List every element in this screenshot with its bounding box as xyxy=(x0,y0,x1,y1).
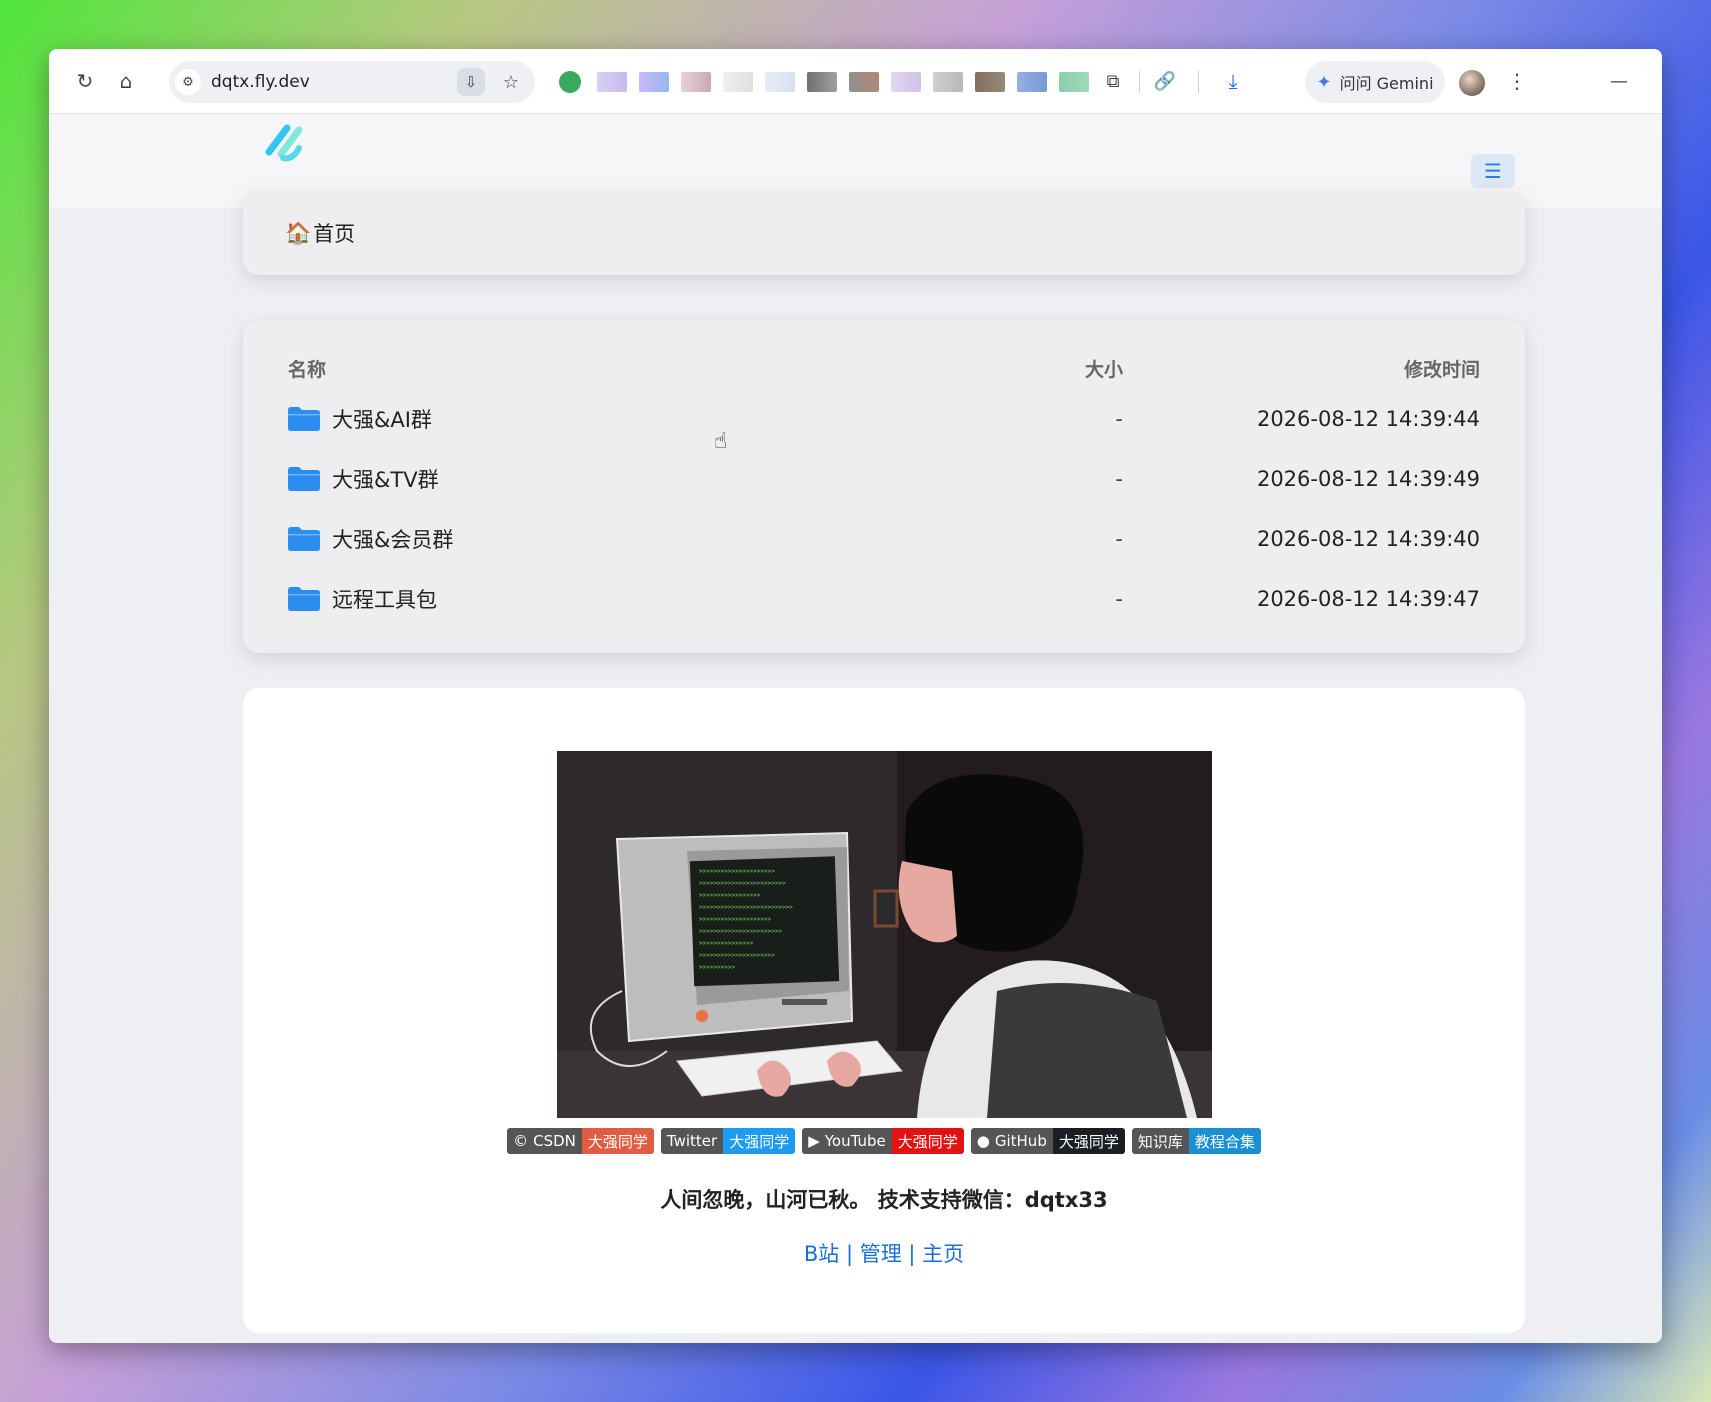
table-row[interactable]: 大强&会员群 - 2026-08-12 14:39:40 xyxy=(288,519,1480,559)
svg-text:>>>>>>>>>>>>>>>>>>>>>: >>>>>>>>>>>>>>>>>>>>> xyxy=(699,868,775,875)
badge-value: 大强同学 xyxy=(1052,1128,1125,1154)
site-logo[interactable] xyxy=(263,124,305,164)
badge-label: GitHub xyxy=(994,1132,1047,1150)
file-modified: 2026-08-12 14:39:44 xyxy=(1256,407,1480,431)
gemini-button[interactable]: ✦ 问问 Gemini xyxy=(1305,61,1445,103)
extension-icon[interactable] xyxy=(807,72,837,92)
link-bilibili[interactable]: B站 xyxy=(804,1242,839,1266)
badge-label: 知识库 xyxy=(1137,1132,1183,1151)
badge-csdn[interactable]: © CSDN 大强同学 xyxy=(507,1128,654,1154)
extension-icon[interactable] xyxy=(559,71,581,93)
github-icon: ● xyxy=(976,1132,990,1150)
browser-menu-icon[interactable]: ⋮ xyxy=(1497,61,1537,101)
badge-label: CSDN xyxy=(533,1132,576,1150)
badge-label: Twitter xyxy=(666,1132,718,1150)
svg-text:>>>>>>>>>>>>>>>>>>>>>: >>>>>>>>>>>>>>>>>>>>> xyxy=(699,952,775,959)
extension-icon[interactable] xyxy=(681,72,711,92)
svg-text:>>>>>>>>>>>>>>>>>>>>>>>>>>: >>>>>>>>>>>>>>>>>>>>>>>>>> xyxy=(699,904,793,911)
link-separator: | xyxy=(908,1242,923,1266)
svg-text:>>>>>>>>>>>>>>>>>>>>: >>>>>>>>>>>>>>>>>>>> xyxy=(699,916,772,923)
csdn-icon: © xyxy=(513,1132,529,1150)
breadcrumb-home[interactable]: 首页 xyxy=(313,218,355,248)
extension-icon[interactable] xyxy=(1059,72,1089,92)
folder-icon xyxy=(288,407,320,431)
file-size: - xyxy=(1115,467,1123,491)
folder-icon xyxy=(288,467,320,491)
extension-icon[interactable] xyxy=(891,72,921,92)
toolbar-divider xyxy=(1139,71,1140,93)
badge-value: 大强同学 xyxy=(581,1128,654,1154)
svg-text:>>>>>>>>>>>>>>>>>>>>>>>>: >>>>>>>>>>>>>>>>>>>>>>>> xyxy=(699,880,786,887)
svg-text:>>>>>>>>>>: >>>>>>>>>> xyxy=(699,964,736,971)
badge-youtube[interactable]: ▶ YouTube 大强同学 xyxy=(802,1128,964,1154)
badge-row: © CSDN 大强同学 Twitter 大强同学 ▶ YouTube 大强同学 ● G… xyxy=(243,1128,1525,1154)
badge-value: 教程合集 xyxy=(1188,1128,1261,1154)
site-info-icon[interactable]: ⚙ xyxy=(175,69,201,95)
footer-links: B站 | 管理 | 主页 xyxy=(243,1238,1525,1268)
folder-icon xyxy=(288,527,320,551)
hand-cursor-icon: ☝ xyxy=(714,429,728,454)
header-name[interactable]: 名称 xyxy=(288,359,326,381)
profile-avatar[interactable] xyxy=(1459,70,1485,96)
extension-icon[interactable] xyxy=(849,72,879,92)
folder-icon xyxy=(288,587,320,611)
link-home[interactable]: 主页 xyxy=(922,1242,964,1266)
table-row[interactable]: 大强&TV群 - 2026-08-12 14:39:49 xyxy=(288,459,1480,499)
file-size: - xyxy=(1115,587,1123,611)
gemini-star-icon: ✦ xyxy=(1316,71,1332,93)
link-admin[interactable]: 管理 xyxy=(860,1242,902,1266)
header-modified[interactable]: 修改时间 xyxy=(1404,355,1480,382)
menu-list-icon[interactable]: ☰ xyxy=(1471,154,1515,188)
extension-icon[interactable] xyxy=(975,72,1005,92)
reload-icon[interactable]: ↻ xyxy=(65,61,105,101)
extensions-puzzle-icon[interactable]: ⧉ xyxy=(1093,61,1133,101)
svg-text:>>>>>>>>>>>>>>>>>>>>>>>: >>>>>>>>>>>>>>>>>>>>>>> xyxy=(699,928,782,935)
extension-icon[interactable] xyxy=(639,72,669,92)
url-text[interactable]: dqtx.fly.dev xyxy=(211,72,457,92)
badge-label: YouTube xyxy=(824,1132,886,1150)
browser-window: ↻ ⌂ ⚙ dqtx.fly.dev ⇩ ☆ ⧉ 🔗 ⤓ ✦ 问问 Gemini… xyxy=(49,49,1662,1343)
file-size: - xyxy=(1115,407,1123,431)
extension-icon[interactable] xyxy=(933,72,963,92)
table-row[interactable]: 大强&AI群 - 2026-08-12 14:39:44 xyxy=(288,399,1480,439)
badge-knowledge-base[interactable]: 知识库 教程合集 xyxy=(1131,1128,1261,1154)
file-modified: 2026-08-12 14:39:40 xyxy=(1256,527,1480,551)
header-size[interactable]: 大小 xyxy=(1073,355,1123,382)
link-separator: | xyxy=(845,1242,860,1266)
file-list: 名称 大小 修改时间 大强&AI群 - 2026-08-12 14:39:44 … xyxy=(243,321,1525,653)
svg-text:>>>>>>>>>>>>>>>>>: >>>>>>>>>>>>>>>>> xyxy=(699,892,761,899)
file-modified: 2026-08-12 14:39:49 xyxy=(1256,467,1480,491)
bookmark-star-icon[interactable]: ☆ xyxy=(503,72,519,93)
house-icon: 🏠 xyxy=(285,220,312,245)
extension-icon[interactable] xyxy=(765,72,795,92)
install-app-icon[interactable]: ⇩ xyxy=(456,68,485,96)
badge-github[interactable]: ● GitHub 大强同学 xyxy=(970,1128,1125,1154)
minimize-icon[interactable]: — xyxy=(1599,61,1639,101)
file-list-header: 名称 大小 修改时间 xyxy=(288,355,1480,385)
extension-icon[interactable] xyxy=(723,72,753,92)
extension-icon[interactable] xyxy=(597,72,627,92)
badge-twitter[interactable]: Twitter 大强同学 xyxy=(660,1128,796,1154)
hacker-gif-image: >>>>>>>>>>>>>>>>>>>>> >>>>>>>>>>>>>>>>>>… xyxy=(557,751,1212,1118)
address-bar[interactable]: ⚙ dqtx.fly.dev ⇩ ☆ xyxy=(169,61,535,103)
gemini-label: 问问 Gemini xyxy=(1339,74,1434,93)
badge-value: 大强同学 xyxy=(723,1128,796,1154)
breadcrumb: 🏠 首页 xyxy=(243,191,1525,275)
file-modified: 2026-08-12 14:39:47 xyxy=(1256,587,1480,611)
toolbar-divider xyxy=(1198,71,1199,93)
download-icon[interactable]: ⤓ xyxy=(1213,61,1253,101)
footer-quote: 人间忽晚，山河已秋。 技术支持微信：dqtx33 xyxy=(660,1188,1108,1212)
extension-icon[interactable] xyxy=(1017,72,1047,92)
youtube-icon: ▶ xyxy=(808,1132,820,1150)
browser-toolbar: ↻ ⌂ ⚙ dqtx.fly.dev ⇩ ☆ ⧉ 🔗 ⤓ ✦ 问问 Gemini… xyxy=(49,49,1662,114)
link-icon[interactable]: 🔗 xyxy=(1145,61,1185,101)
readme-panel: >>>>>>>>>>>>>>>>>>>>> >>>>>>>>>>>>>>>>>>… xyxy=(243,688,1525,1333)
page-content: ☰ 🏠 首页 名称 大小 修改时间 大强&AI群 - 2026-08-12 14… xyxy=(49,114,1662,1343)
badge-value: 大强同学 xyxy=(891,1128,964,1154)
table-row[interactable]: 远程工具包 - 2026-08-12 14:39:47 xyxy=(288,579,1480,619)
home-icon[interactable]: ⌂ xyxy=(106,61,146,101)
svg-text:>>>>>>>>>>>>>>>: >>>>>>>>>>>>>>> xyxy=(699,940,754,947)
file-size: - xyxy=(1115,527,1123,551)
